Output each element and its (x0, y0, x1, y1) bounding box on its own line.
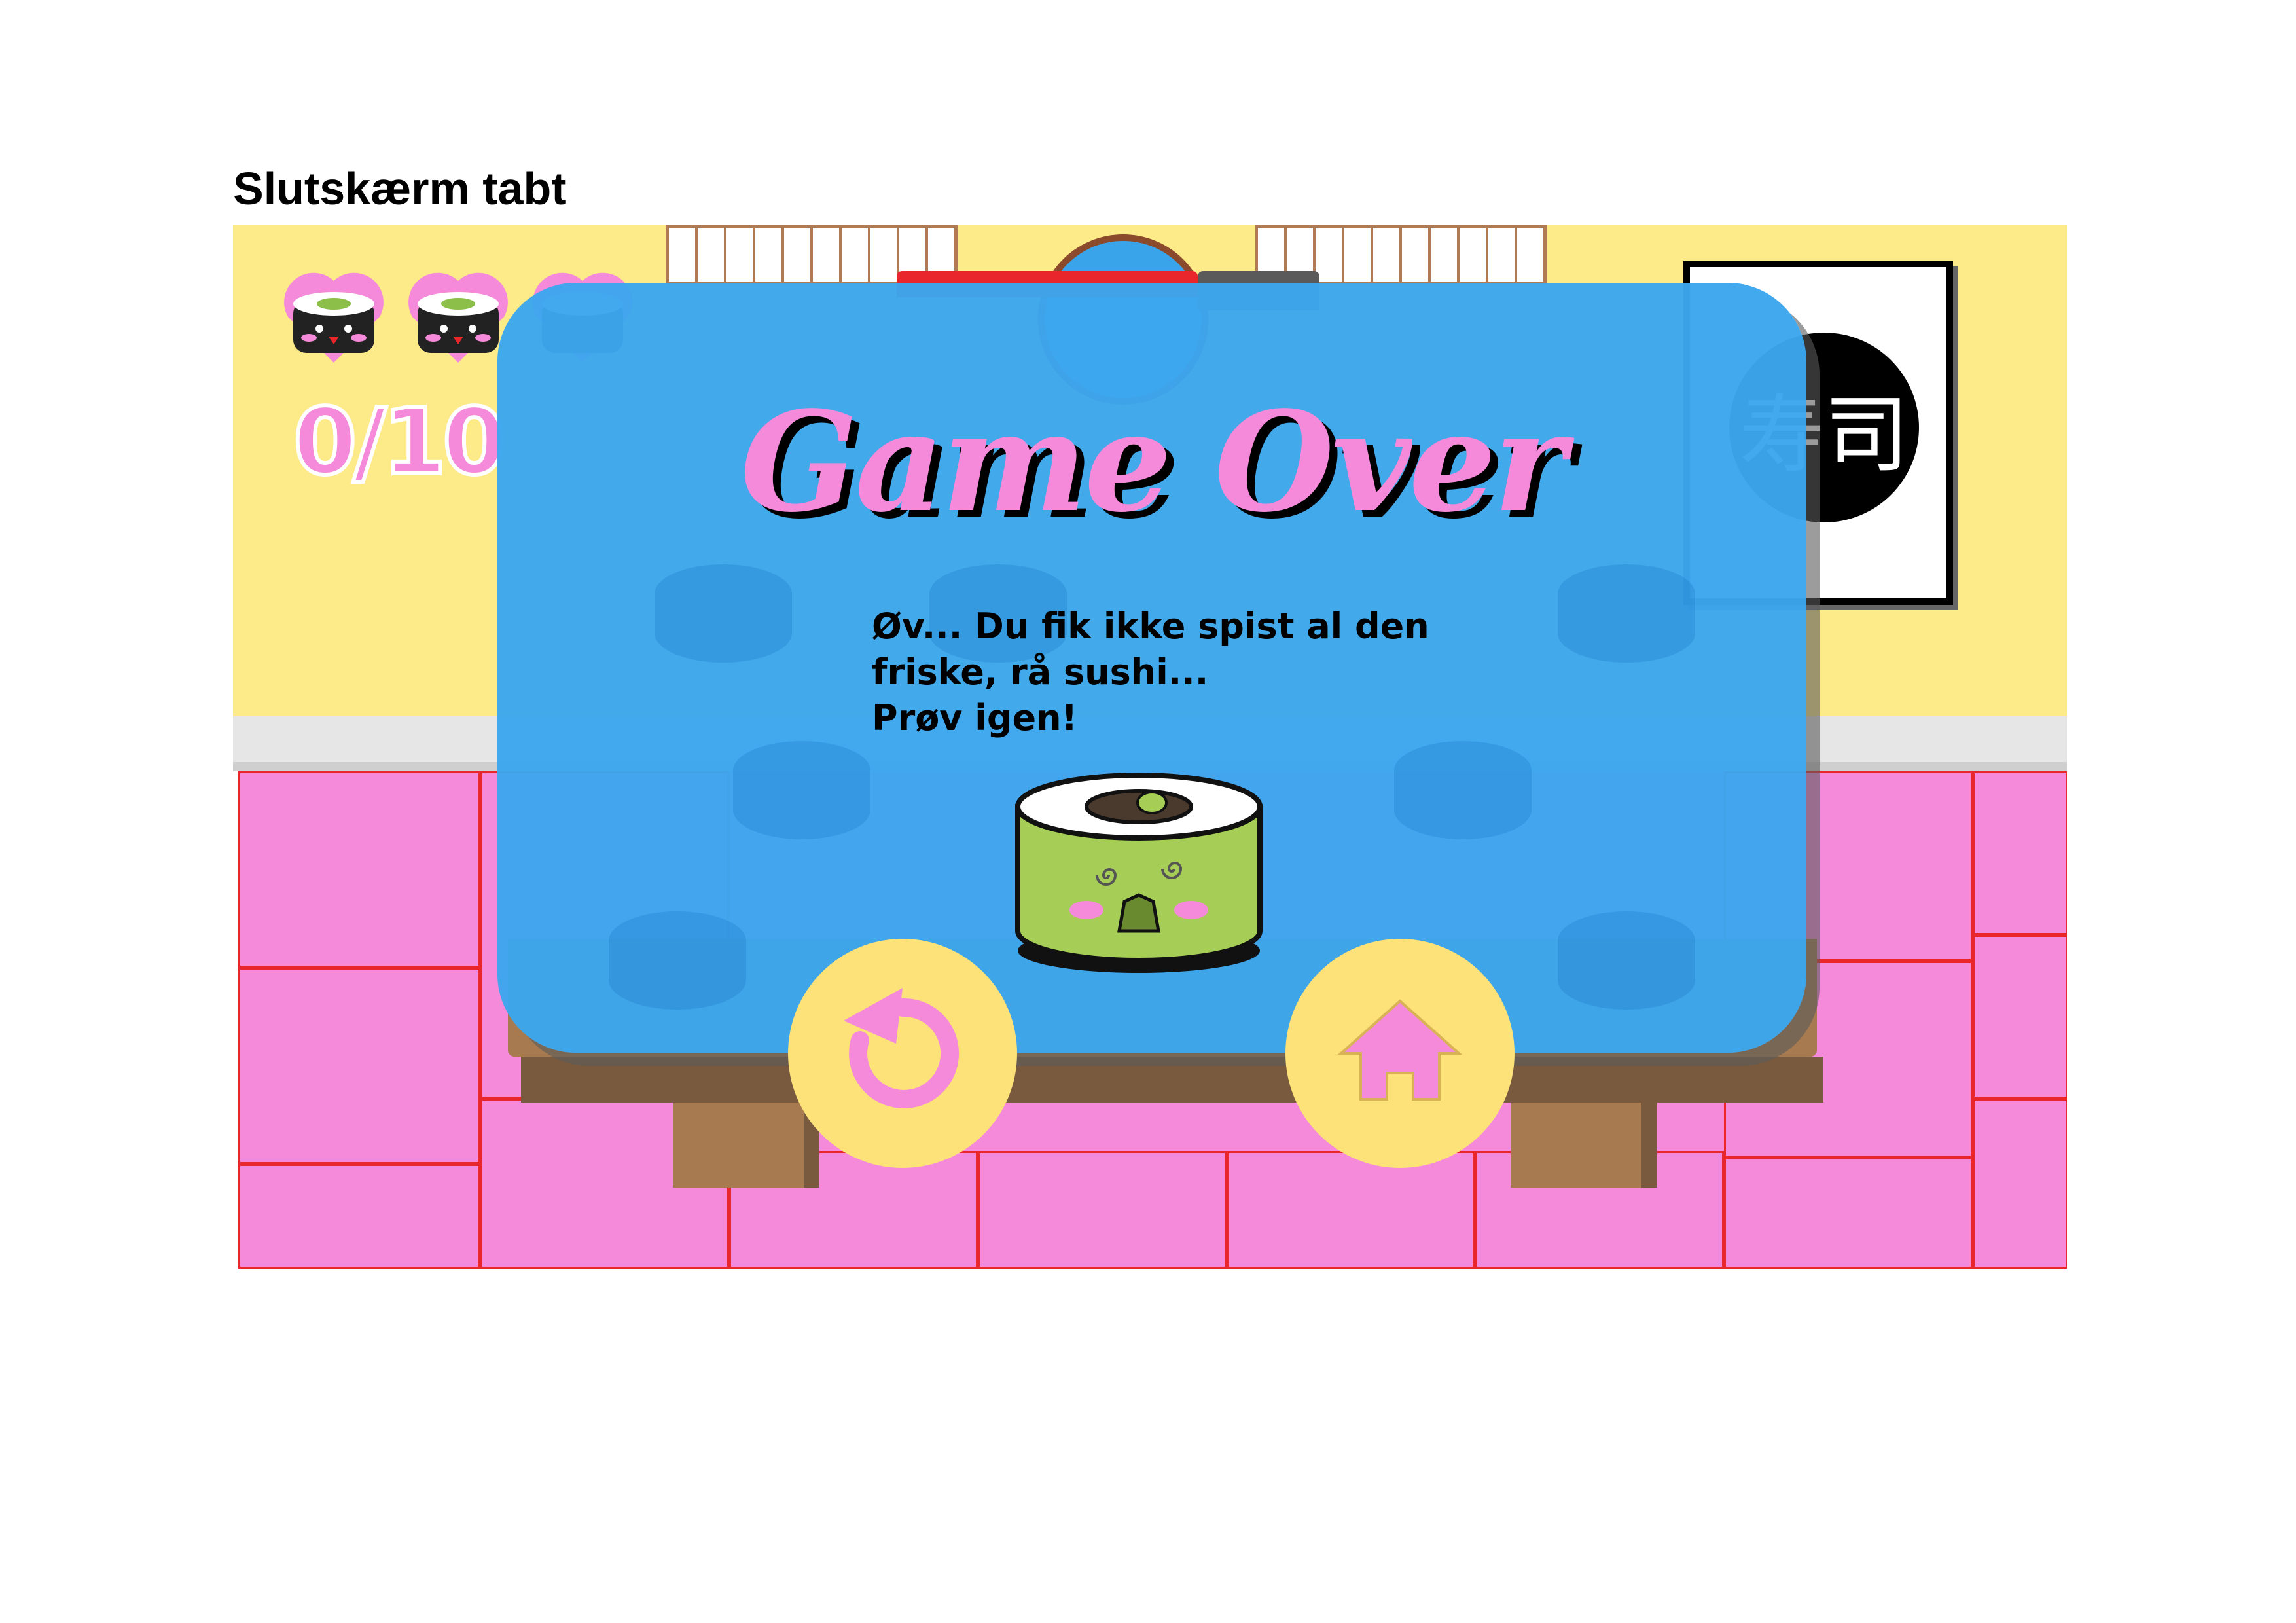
game-over-title: Game Over (740, 381, 1566, 543)
floor-tile (1973, 935, 2067, 1099)
floor-tile (1724, 1158, 1973, 1269)
home-button[interactable] (1285, 939, 1515, 1168)
floor-tile (238, 771, 480, 968)
floor-tile (1973, 1099, 2067, 1269)
page-heading: Slutskærm tabt (233, 163, 567, 214)
floor-tile (978, 1151, 1227, 1269)
background-sushi (655, 564, 792, 663)
message-line: Øv... Du fik ikke spist al den (872, 606, 1429, 647)
home-icon (1337, 999, 1463, 1101)
game-scene: 寿司 0/10 Game Over Øv... Du fik ikke spis… (233, 225, 2067, 1269)
score-counter: 0/10 (291, 387, 508, 498)
floor-tile (238, 968, 480, 1164)
retry-icon (844, 988, 960, 1108)
game-over-message: Øv... Du fik ikke spist al den friske, r… (872, 604, 1461, 741)
background-sushi (1394, 741, 1532, 839)
sad-sushi-icon (1015, 773, 1263, 973)
background-sushi (1558, 911, 1695, 1010)
floor-tile (1227, 1151, 1475, 1269)
table-leg-right (1511, 1103, 1657, 1188)
retry-button[interactable] (788, 939, 1017, 1168)
background-sushi (609, 911, 746, 1010)
table-edge (521, 1057, 1823, 1103)
life-sushi-icon (284, 272, 384, 363)
background-sushi (733, 741, 870, 839)
game-over-dialog: Game Over Øv... Du fik ikke spist al den… (497, 283, 1806, 1053)
floor-tile (238, 1164, 480, 1269)
message-line: Prøv igen! (872, 697, 1078, 739)
floor-tile (1973, 771, 2067, 935)
background-sushi (1558, 564, 1695, 663)
table-leg-left (673, 1103, 819, 1188)
message-line: friske, rå sushi... (872, 651, 1209, 693)
